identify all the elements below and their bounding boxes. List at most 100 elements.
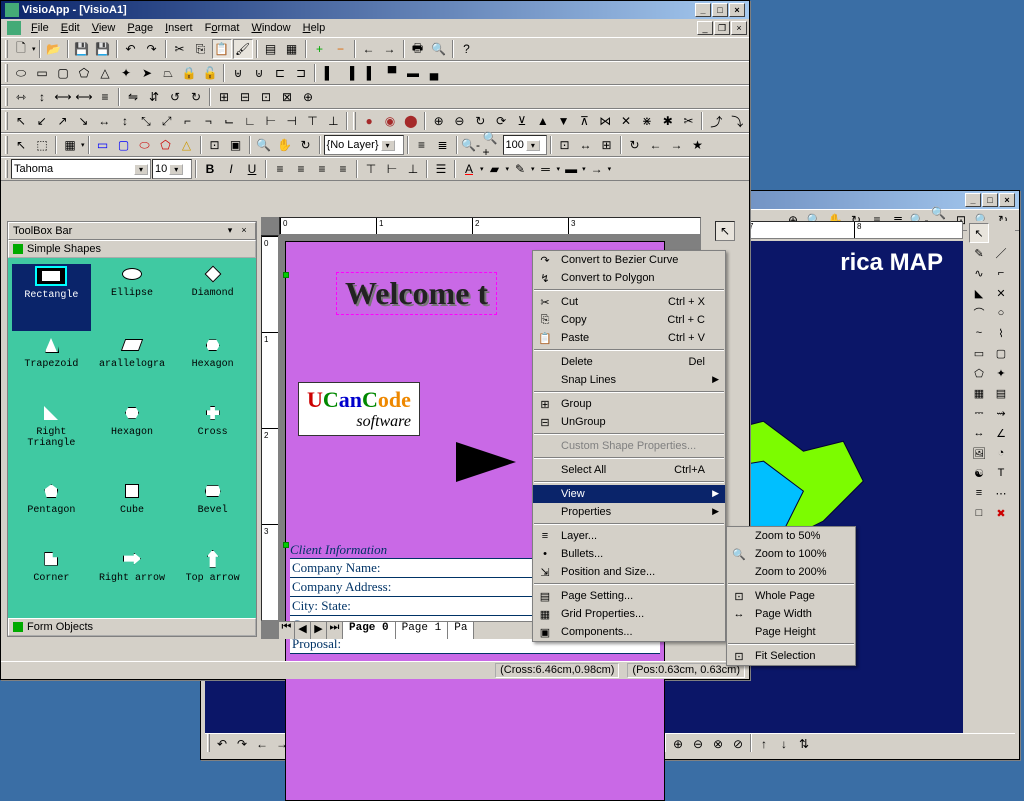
tab-last-icon[interactable]: ⏭ [327,622,343,639]
shape-rect-icon[interactable]: ▭ [93,135,113,155]
aligncenter-icon[interactable]: ≡ [291,159,311,179]
dist-h-icon[interactable]: ⇿ [11,87,31,107]
star-icon[interactable]: ✦ [991,363,1011,383]
node2-icon[interactable]: ↙ [32,111,52,131]
node7-icon[interactable]: ⤡ [136,111,156,131]
node8-icon[interactable]: ⤢ [157,111,177,131]
roundrect-icon[interactable]: ▢ [991,343,1011,363]
page-setup-icon[interactable]: ▤ [261,39,281,59]
ctx-delete[interactable]: DeleteDel [533,353,725,371]
hand-tool-icon[interactable]: ✋ [275,135,295,155]
blob2-icon[interactable]: ◉ [380,111,400,131]
connect-icon[interactable]: ⇝ [991,403,1011,423]
node16-icon[interactable]: ⊥ [323,111,343,131]
table-icon[interactable]: ▤ [991,383,1011,403]
text-tool-icon[interactable]: T [991,463,1011,483]
shape-right-arrow[interactable]: Right arrow [93,549,172,612]
valign-t-icon[interactable]: ⊤ [361,159,381,179]
ctx-convert-to-bezier-curve[interactable]: ↷Convert to Bezier Curve [533,251,725,269]
edit5-icon[interactable]: ⊻ [512,111,532,131]
ctx-properties[interactable]: Properties▶ [533,503,725,521]
menu-view[interactable]: View [86,21,122,35]
node10-icon[interactable]: ¬ [198,111,218,131]
new-icon[interactable]: 🗋 [11,39,31,59]
sel-rect-icon[interactable]: ▭ [32,63,52,83]
menu-help[interactable]: Help [297,21,332,35]
box-icon[interactable]: □ [969,503,989,523]
rotate-r-icon[interactable]: ↻ [186,87,206,107]
extra2-icon[interactable]: ⤵ [727,111,747,131]
zoomout-icon[interactable]: 🔍- [461,135,481,155]
paste-icon[interactable]: 📋 [212,39,232,59]
prev-view-icon[interactable]: ← [646,135,666,155]
undo-icon[interactable]: ↶ [121,39,141,59]
shape-cube[interactable]: Cube [93,481,172,544]
menu-format[interactable]: Format [199,21,246,35]
mdi-minimize-button[interactable]: _ [697,21,713,35]
view-zoom-to-200-[interactable]: Zoom to 200% [727,563,855,581]
layer-combo[interactable]: {No Layer}▾ [324,135,404,155]
grid-icon[interactable]: ▦ [969,383,989,403]
measure-icon[interactable]: ↔ [969,423,989,443]
menu-file[interactable]: File [25,21,55,35]
same-s-icon[interactable]: ≡ [95,87,115,107]
ctx-cut[interactable]: ✂CutCtrl + X [533,293,725,311]
ctx-copy[interactable]: ⎘CopyCtrl + C [533,311,725,329]
alignm-icon[interactable]: ▬ [403,63,423,83]
valign-b-icon[interactable]: ⊥ [403,159,423,179]
angle-icon[interactable]: ∠ [991,423,1011,443]
edit13-icon[interactable]: ✂ [679,111,699,131]
save-icon[interactable]: 💾 [72,39,92,59]
ctx-layer-[interactable]: ≡Layer... [533,527,725,545]
format-painter-icon[interactable]: 🖌 [233,39,253,59]
bezier-icon[interactable]: ~ [969,323,989,343]
remove-page-icon[interactable]: − [331,39,351,59]
edit10-icon[interactable]: ✕ [616,111,636,131]
edit11-icon[interactable]: ⋇ [637,111,657,131]
polyline-icon[interactable]: ⌐ [991,263,1011,283]
toolbox-titlebar[interactable]: ToolBox Bar ▾ × [8,222,256,240]
pointer-tool-icon[interactable]: ↖ [715,221,735,241]
sel-rrect-icon[interactable]: ▢ [53,63,73,83]
view-whole-page[interactable]: ⊡Whole Page [727,587,855,605]
next-view-icon[interactable]: → [667,135,687,155]
ctx-view[interactable]: View▶ [533,485,725,503]
shape-hexagon[interactable]: Hexagon [173,335,252,398]
shape-hexagon[interactable]: Hexagon [93,403,172,477]
node13-icon[interactable]: ⊢ [261,111,281,131]
mdi-close-button[interactable]: × [731,21,747,35]
edit4-icon[interactable]: ⟳ [491,111,511,131]
space-v-icon[interactable]: ⊟ [235,87,255,107]
arrow-shape[interactable] [456,442,516,482]
sel-ellipse-icon[interactable]: ⬭ [11,63,31,83]
fit-sel-icon[interactable]: ⊞ [597,135,617,155]
ctx-group[interactable]: ⊞Group [533,395,725,413]
lineweight-icon[interactable]: ▬ [561,159,581,179]
toolbox-close-icon[interactable]: × [237,225,251,237]
menu-page[interactable]: Page [121,21,159,35]
sel-arrow-icon[interactable]: ➤ [137,63,157,83]
maximize-button[interactable]: □ [712,3,728,17]
minimize-button[interactable]: _ [695,3,711,17]
ellipse-tool-icon[interactable]: ○ [991,303,1011,323]
cursor-tool-icon[interactable]: ↖ [969,223,989,243]
close-tool-icon[interactable]: ✖ [991,503,1011,523]
edit12-icon[interactable]: ✱ [658,111,678,131]
node9-icon[interactable]: ⌐ [178,111,198,131]
node5-icon[interactable]: ↔ [94,111,114,131]
btool-1-icon[interactable]: ↶ [212,734,232,754]
edit9-icon[interactable]: ⋈ [595,111,615,131]
ctx-snap-lines[interactable]: Snap Lines▶ [533,371,725,389]
fontcolor-icon[interactable]: A [459,159,479,179]
mirror-h-icon[interactable]: ⇋ [123,87,143,107]
shape-top-arrow[interactable]: Top arrow [173,549,252,612]
ctx-paste[interactable]: 📋PasteCtrl + V [533,329,725,347]
btool-x1-icon[interactable]: ⊕ [668,734,688,754]
saveall-icon[interactable]: 💾 [93,39,113,59]
node1-icon[interactable]: ↖ [11,111,31,131]
shape-ellipse-icon[interactable]: ⬭ [135,135,155,155]
close-button[interactable]: × [729,3,745,17]
shape-corner[interactable]: Corner [12,549,91,612]
shape-arallelogra[interactable]: arallelogra [93,335,172,398]
ctx-select-all[interactable]: Select AllCtrl+A [533,461,725,479]
